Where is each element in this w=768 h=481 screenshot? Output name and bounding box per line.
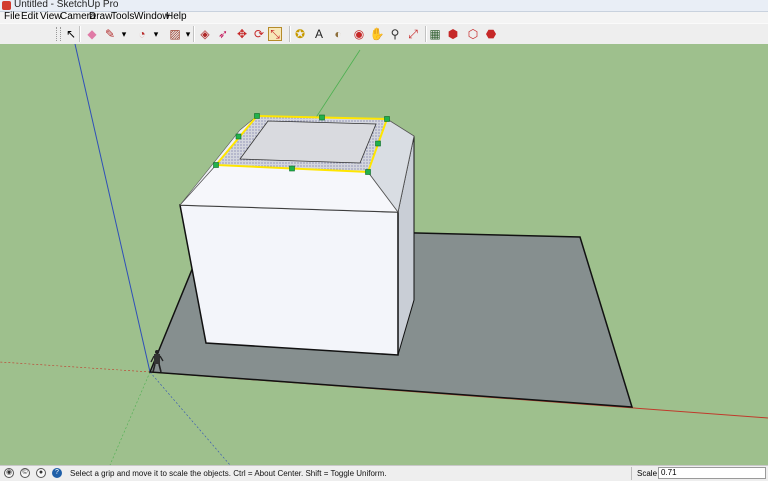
menu-bar: File Edit View Camera Draw Tools Window …: [0, 11, 768, 23]
tape-measure-tool-icon[interactable]: ✪: [293, 27, 307, 41]
paint-bucket-tool-icon[interactable]: ◐: [331, 27, 345, 41]
move-tool-icon[interactable]: ✥: [235, 27, 249, 41]
blue-axis-negative: [149, 371, 231, 465]
grip-left-middle[interactable]: [235, 133, 242, 140]
user-account-icon[interactable]: ●: [36, 468, 46, 478]
rotate-tool-icon[interactable]: ⟳: [252, 27, 266, 41]
extension-warehouse-tool-icon[interactable]: ⬣: [484, 27, 498, 41]
toolbar-grip[interactable]: [56, 27, 61, 41]
push-pull-tool-icon[interactable]: ◈: [198, 27, 212, 41]
sketchup-logo-icon: [2, 1, 11, 10]
toolbar-separator: [289, 26, 291, 42]
measurements-field[interactable]: 0.71: [658, 467, 766, 479]
eraser-tool-icon[interactable]: ◆: [85, 27, 99, 41]
components-tool-icon[interactable]: ▦: [428, 27, 442, 41]
pan-tool-icon[interactable]: ✋: [370, 27, 385, 41]
grip-front-left[interactable]: [213, 162, 219, 168]
toolbar-separator: [79, 26, 81, 42]
grip-front-middle[interactable]: [289, 165, 295, 172]
grip-right-middle[interactable]: [375, 140, 381, 147]
model-viewport[interactable]: [0, 44, 768, 465]
window-title: Untitled - SketchUp Pro: [14, 0, 119, 10]
main-toolbar: ↖ ◆ ✎ ▾ ◔ ▾ ▨ ▾ ◈ ➶ ✥ ⟳ ⤡ ✪ A ◐ ◉ ✋ ⚲ ⤢ ▦ ⬢ ⬡ ⬣: [0, 23, 768, 45]
pencil-tool-icon[interactable]: ✎: [103, 27, 117, 41]
status-bar: ◉ © ● ? Select a grip and move it to sca…: [0, 465, 768, 481]
green-axis-negative: [109, 371, 151, 465]
credits-icon[interactable]: ©: [20, 468, 30, 478]
blue-axis: [74, 44, 151, 373]
status-message: Select a grip and move it to scale the o…: [70, 469, 387, 478]
zoom-extents-tool-icon[interactable]: ⤢: [406, 27, 420, 41]
status-divider: [631, 467, 632, 480]
arc-tool-icon[interactable]: ◔: [135, 27, 149, 41]
rectangle-dropdown-icon[interactable]: ▾: [184, 27, 192, 41]
grip-front-right[interactable]: [365, 169, 371, 175]
scene-canvas[interactable]: [0, 44, 768, 465]
zoom-tool-icon[interactable]: ⚲: [388, 27, 402, 41]
menu-help[interactable]: Help: [164, 11, 189, 23]
rectangle-tool-icon[interactable]: ▨: [168, 27, 182, 41]
measurements-label: Scale: [637, 469, 658, 478]
help-instructor-icon[interactable]: ?: [52, 468, 62, 478]
toolbar-separator: [425, 26, 427, 42]
geo-location-icon[interactable]: ◉: [4, 468, 14, 478]
follow-me-tool-icon[interactable]: ➶: [216, 27, 230, 41]
grip-back-middle[interactable]: [319, 114, 325, 121]
arc-dropdown-icon[interactable]: ▾: [152, 27, 160, 41]
scale-tool-icon[interactable]: ⤡: [268, 27, 282, 41]
3d-warehouse-tool-icon[interactable]: ⬢: [446, 27, 460, 41]
grip-back-left[interactable]: [254, 113, 260, 119]
box-front-face[interactable]: [179, 204, 399, 356]
grip-back-right[interactable]: [384, 116, 390, 122]
toolbar-separator: [193, 26, 195, 42]
select-tool-icon[interactable]: ↖: [64, 27, 78, 41]
red-axis-negative: [0, 361, 151, 373]
orbit-tool-icon[interactable]: ◉: [352, 27, 366, 41]
text-tool-icon[interactable]: A: [312, 27, 326, 41]
share-model-tool-icon[interactable]: ⬡: [466, 27, 480, 41]
pencil-dropdown-icon[interactable]: ▾: [120, 27, 128, 41]
